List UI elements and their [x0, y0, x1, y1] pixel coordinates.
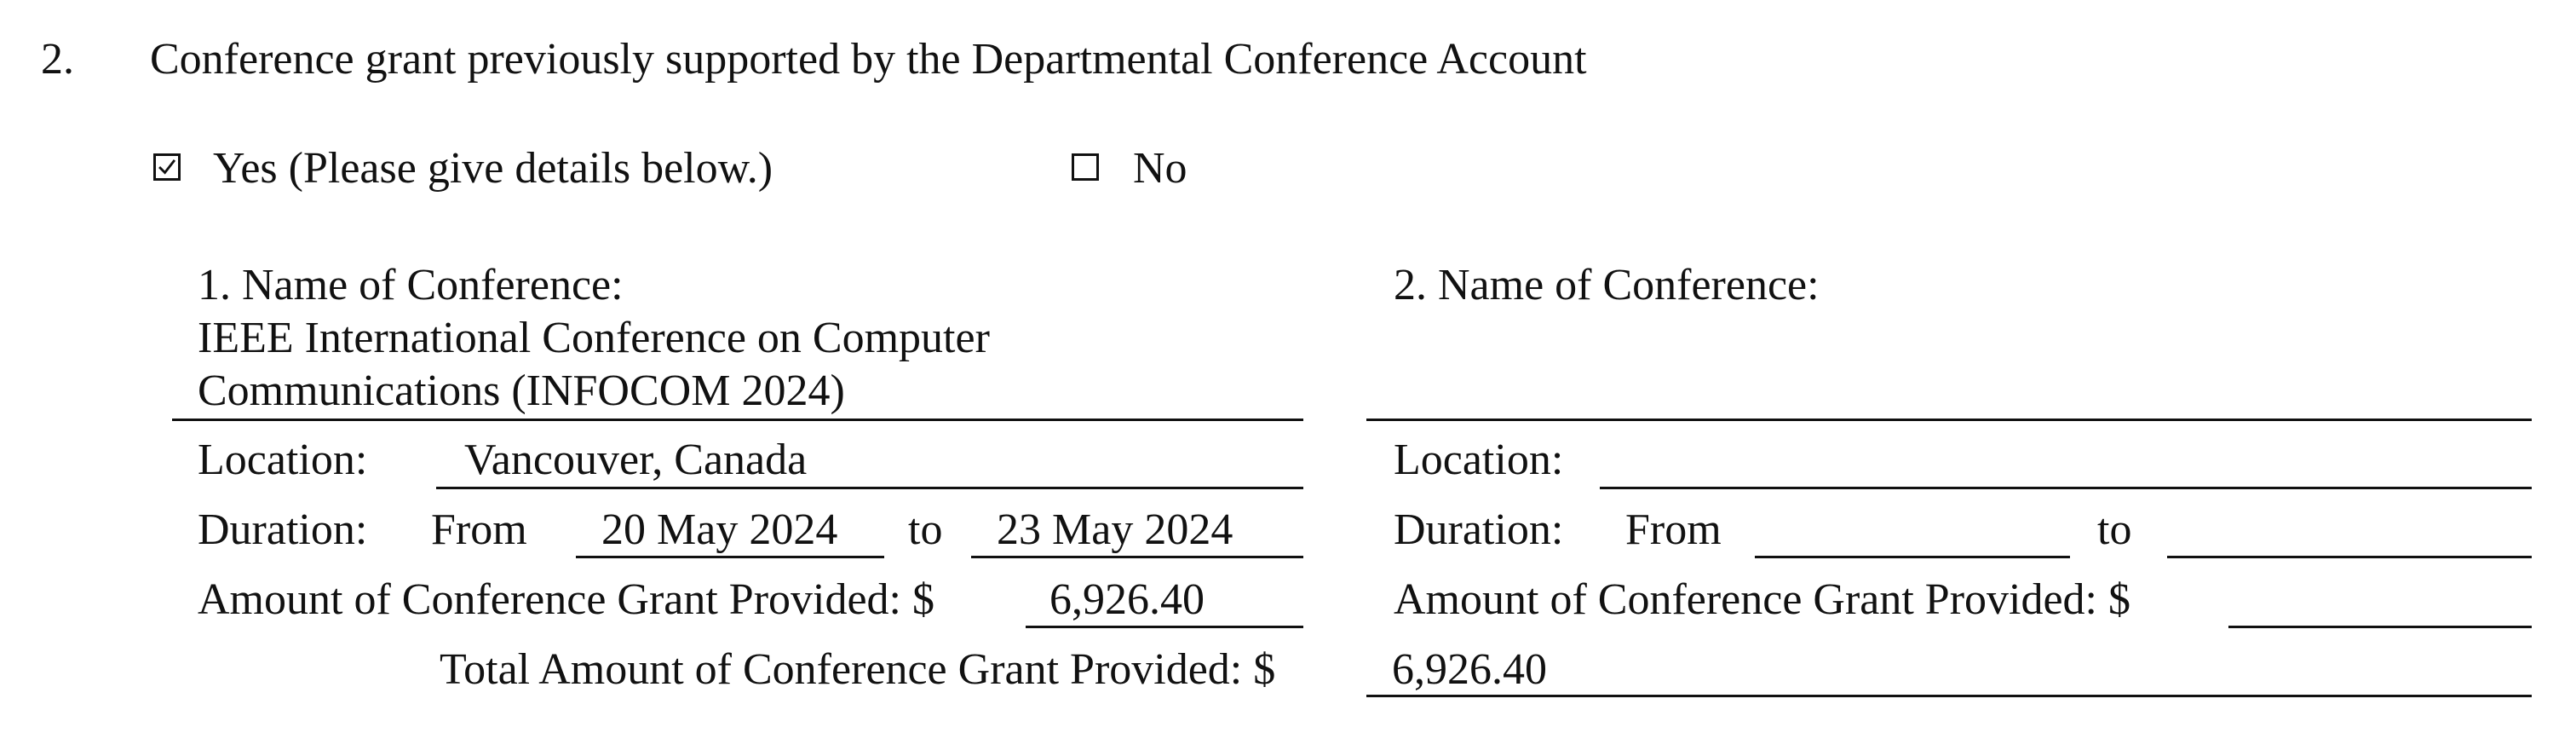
conference2-location-label: Location:: [1394, 436, 1564, 484]
conference2-to-label: to: [2097, 505, 2132, 554]
total-amount-underline: [1366, 695, 2532, 697]
conference2-amount-underline: [2228, 626, 2532, 628]
conference2-to-underline: [2167, 556, 2532, 558]
conference1-amount-label: Amount of Conference Grant Provided: $: [198, 575, 935, 624]
conference1-heading: 1. Name of Conference:: [198, 261, 624, 309]
total-amount-field[interactable]: 6,926.40: [1392, 644, 1547, 696]
conference2-from-label: From: [1625, 505, 1722, 554]
check-mark-icon: [158, 159, 176, 175]
yes-option-label: Yes (Please give details below.): [213, 144, 773, 193]
section-title: Conference grant previously supported by…: [150, 35, 1587, 84]
conference1-from-field[interactable]: 20 May 2024: [601, 505, 837, 556]
conference1-from-label: From: [431, 505, 527, 554]
section-number: 2.: [41, 35, 74, 84]
conference1-to-label: to: [908, 505, 943, 554]
yes-checkbox[interactable]: [153, 153, 181, 181]
conference1-name-line1: IEEE International Conference on Compute…: [198, 314, 990, 362]
conference1-duration-label: Duration:: [198, 505, 368, 554]
total-amount-label: Total Amount of Conference Grant Provide…: [440, 645, 1276, 694]
conference1-name-line2: Communications (INFOCOM 2024): [198, 367, 845, 415]
conference1-to-field[interactable]: 23 May 2024: [997, 505, 1233, 556]
conference2-location-underline: [1600, 487, 2532, 489]
conference1-amount-field[interactable]: 6,926.40: [1049, 574, 1205, 626]
conference2-amount-label: Amount of Conference Grant Provided: $: [1394, 575, 2131, 624]
conference2-duration-label: Duration:: [1394, 505, 1564, 554]
conference2-name-underline: [1366, 419, 2532, 421]
conference1-to-underline: [971, 556, 1303, 558]
conference2-heading: 2. Name of Conference:: [1394, 261, 1820, 309]
conference1-location-field[interactable]: Vancouver, Canada: [464, 435, 807, 486]
conference2-from-underline: [1755, 556, 2070, 558]
conference1-from-underline: [576, 556, 884, 558]
conference1-location-label: Location:: [198, 436, 368, 484]
conference1-name-underline: [172, 419, 1303, 421]
no-checkbox[interactable]: [1072, 153, 1099, 181]
conference1-location-underline: [436, 487, 1303, 489]
conference1-amount-underline: [1026, 626, 1303, 628]
no-option-label: No: [1133, 144, 1187, 193]
